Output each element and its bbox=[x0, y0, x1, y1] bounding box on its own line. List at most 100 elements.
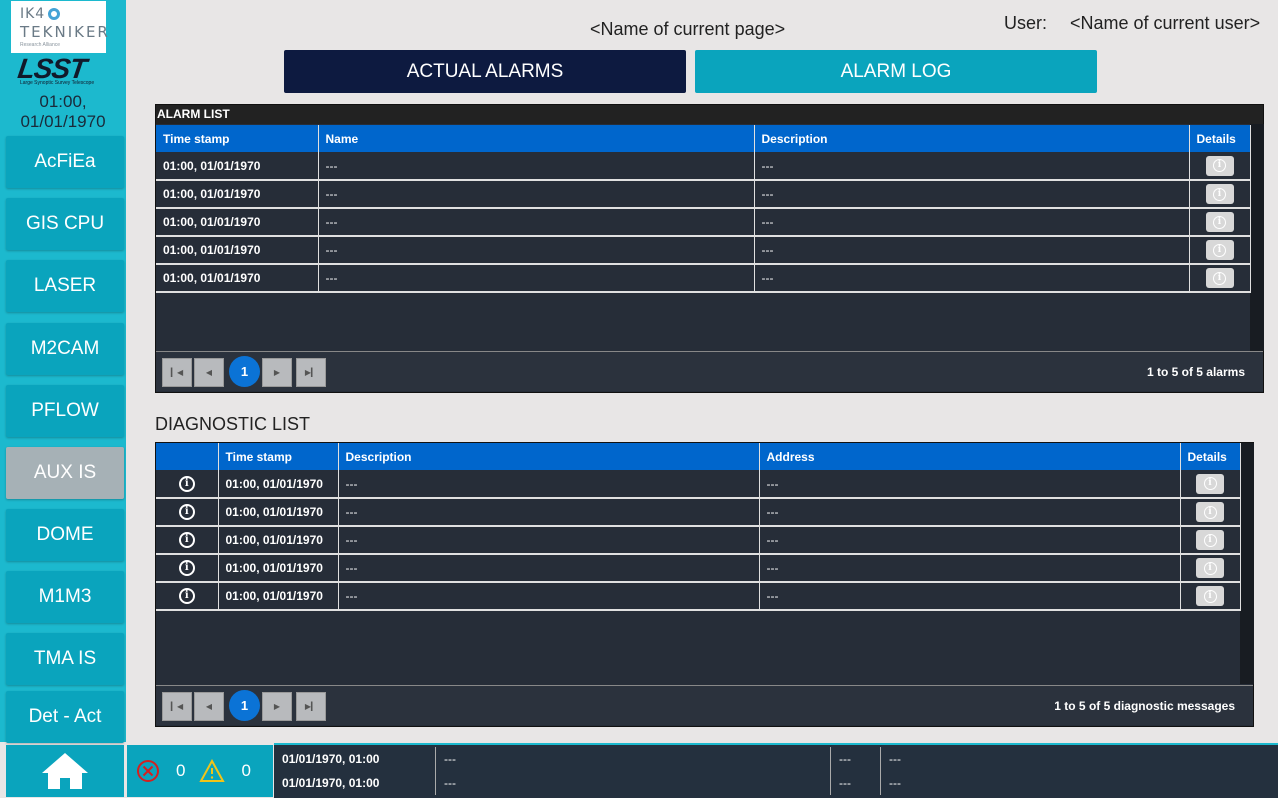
column-header-description[interactable]: Description bbox=[754, 125, 1190, 152]
sidebar-item-laser[interactable]: LASER bbox=[6, 260, 124, 312]
details-button[interactable]: i bbox=[1196, 502, 1224, 522]
info-icon: i bbox=[1203, 561, 1217, 575]
diagnostic-timestamp: 01:00, 01/01/1970 bbox=[218, 582, 339, 611]
alarm-pager-info: 1 to 5 of 5 alarms bbox=[1146, 365, 1245, 379]
info-icon: i bbox=[1213, 187, 1226, 201]
footer-log-message: --- bbox=[436, 771, 831, 795]
alarm-list-scrollbar[interactable] bbox=[1250, 124, 1264, 351]
details-button[interactable]: i bbox=[1196, 473, 1224, 494]
alarm-name: --- bbox=[318, 236, 755, 265]
details-button[interactable]: i bbox=[1205, 212, 1234, 232]
info-icon: i bbox=[178, 588, 195, 604]
column-header-timestamp[interactable]: Time stamp bbox=[218, 443, 339, 470]
page-title: <Name of current page> bbox=[590, 19, 786, 39]
footer-log-timestamp: 01/01/1970, 01:00 bbox=[274, 747, 436, 771]
column-header-details[interactable]: Details bbox=[1189, 125, 1251, 152]
info-icon: i bbox=[1213, 215, 1226, 229]
diagnostic-address: --- bbox=[759, 526, 1181, 555]
table-row[interactable]: i 01:00, 01/01/1970 --- --- i bbox=[156, 554, 1241, 583]
details-button[interactable]: i bbox=[1196, 586, 1224, 606]
table-row[interactable]: 01:00, 01/01/1970 --- --- i bbox=[156, 152, 1251, 181]
logo-ik4-text: IK4 bbox=[20, 6, 46, 22]
table-row[interactable]: i 01:00, 01/01/1970 --- --- i bbox=[156, 498, 1241, 527]
error-count: 0 bbox=[176, 761, 186, 780]
last-page-button[interactable]: ▶▎ bbox=[296, 358, 326, 387]
column-header-address[interactable]: Address bbox=[759, 443, 1181, 470]
current-page-indicator[interactable]: 1 bbox=[229, 356, 260, 387]
warning-icon bbox=[199, 759, 226, 782]
sidebar-item-aux-is[interactable]: AUX IS bbox=[6, 447, 124, 499]
info-icon: i bbox=[178, 475, 195, 492]
current-user: <Name of current user> bbox=[1070, 13, 1261, 33]
logo-tekniker-text: TEKNIKER bbox=[20, 23, 110, 41]
sidebar-item-pflow[interactable]: PFLOW bbox=[6, 385, 124, 437]
table-row[interactable]: i 01:00, 01/01/1970 --- --- i bbox=[156, 526, 1241, 555]
details-button[interactable]: i bbox=[1205, 240, 1234, 260]
details-button[interactable]: i bbox=[1196, 530, 1224, 550]
diagnostic-address: --- bbox=[759, 582, 1181, 611]
user-label: User: bbox=[1004, 13, 1048, 33]
ik4-tekniker-logo: IK4 TEKNIKER Research Alliance bbox=[11, 1, 108, 53]
column-header-details[interactable]: Details bbox=[1180, 443, 1241, 470]
column-header-description[interactable]: Description bbox=[338, 443, 760, 470]
next-page-button[interactable]: ▶ bbox=[262, 358, 292, 387]
home-icon bbox=[42, 753, 88, 789]
diagnostic-description: --- bbox=[338, 470, 760, 499]
prev-page-button[interactable]: ◀ bbox=[194, 358, 224, 387]
sidebar-item-det-act[interactable]: Det - Act bbox=[6, 691, 124, 743]
alarm-timestamp: 01:00, 01/01/1970 bbox=[156, 264, 319, 293]
footer-log-col4: --- bbox=[889, 776, 901, 790]
details-button[interactable]: i bbox=[1205, 268, 1234, 288]
footer-log-row[interactable]: 01/01/1970, 01:00 --- --- --- bbox=[274, 771, 1278, 795]
sidebar-item-gis-cpu[interactable]: GIS CPU bbox=[6, 198, 124, 250]
details-button[interactable]: i bbox=[1196, 558, 1224, 578]
details-button[interactable]: i bbox=[1205, 184, 1234, 204]
sidebar-item-acfiea[interactable]: AcFiEa bbox=[6, 136, 124, 188]
footer-log-row[interactable]: 01/01/1970, 01:00 --- --- --- bbox=[274, 747, 1278, 771]
info-icon: i bbox=[1203, 477, 1217, 490]
diagnostic-timestamp: 01:00, 01/01/1970 bbox=[218, 470, 339, 499]
tab-actual-alarms[interactable]: ACTUAL ALARMS bbox=[284, 50, 686, 93]
prev-page-button[interactable]: ◀ bbox=[194, 692, 224, 721]
lsst-logo-subtitle: Large Synoptic Survey Telescope bbox=[20, 80, 95, 86]
alarm-table: Time stamp Name Description Details 01:0… bbox=[156, 125, 1251, 293]
diagnostic-table: Time stamp Description Address Details i… bbox=[156, 443, 1241, 611]
next-page-button[interactable]: ▶ bbox=[262, 692, 292, 721]
sidebar-time: 01:00, bbox=[39, 92, 87, 111]
sidebar-item-m2cam[interactable]: M2CAM bbox=[6, 323, 124, 375]
logo-ring-icon bbox=[48, 8, 60, 20]
alarm-description: --- bbox=[754, 180, 1190, 209]
diagnostic-timestamp: 01:00, 01/01/1970 bbox=[218, 554, 339, 583]
table-row[interactable]: 01:00, 01/01/1970 --- --- i bbox=[156, 236, 1251, 265]
alarm-counters[interactable]: 0 0 bbox=[127, 745, 273, 797]
home-button[interactable] bbox=[6, 745, 124, 797]
table-row[interactable]: i 01:00, 01/01/1970 --- --- i bbox=[156, 470, 1241, 499]
first-page-button[interactable]: ▎◀ bbox=[162, 692, 192, 721]
sidebar-date: 01/01/1970 bbox=[20, 112, 106, 131]
current-page-indicator[interactable]: 1 bbox=[229, 690, 260, 721]
alarm-timestamp: 01:00, 01/01/1970 bbox=[156, 180, 319, 209]
sidebar-clock: 01:00, 01/01/1970 bbox=[0, 92, 126, 132]
last-page-button[interactable]: ▶▎ bbox=[296, 692, 326, 721]
tab-alarm-log[interactable]: ALARM LOG bbox=[695, 50, 1097, 93]
column-header-name[interactable]: Name bbox=[318, 125, 755, 152]
diagnostic-list-title: DIAGNOSTIC LIST bbox=[155, 414, 311, 434]
details-button[interactable]: i bbox=[1205, 155, 1234, 176]
diagnostic-list-scrollbar[interactable] bbox=[1240, 443, 1254, 684]
sidebar-item-dome[interactable]: DOME bbox=[6, 509, 124, 561]
sidebar-item-m1m3[interactable]: M1M3 bbox=[6, 571, 124, 623]
footer-log-col3: --- bbox=[831, 771, 881, 795]
sidebar: IK4 TEKNIKER Research Alliance LSST Larg… bbox=[0, 0, 126, 743]
info-icon: i bbox=[1203, 505, 1217, 519]
column-header-timestamp[interactable]: Time stamp bbox=[156, 125, 319, 152]
first-page-button[interactable]: ▎◀ bbox=[162, 358, 192, 387]
table-row[interactable]: 01:00, 01/01/1970 --- --- i bbox=[156, 180, 1251, 209]
table-row[interactable]: 01:00, 01/01/1970 --- --- i bbox=[156, 264, 1251, 293]
alarm-name: --- bbox=[318, 264, 755, 293]
table-row[interactable]: i 01:00, 01/01/1970 --- --- i bbox=[156, 582, 1241, 611]
diagnostic-address: --- bbox=[759, 498, 1181, 527]
alarm-list-panel: ALARM LIST Time stamp Name Description D… bbox=[155, 104, 1264, 393]
alarm-name: --- bbox=[318, 152, 755, 181]
table-row[interactable]: 01:00, 01/01/1970 --- --- i bbox=[156, 208, 1251, 237]
sidebar-item-tma-is[interactable]: TMA IS bbox=[6, 633, 124, 685]
